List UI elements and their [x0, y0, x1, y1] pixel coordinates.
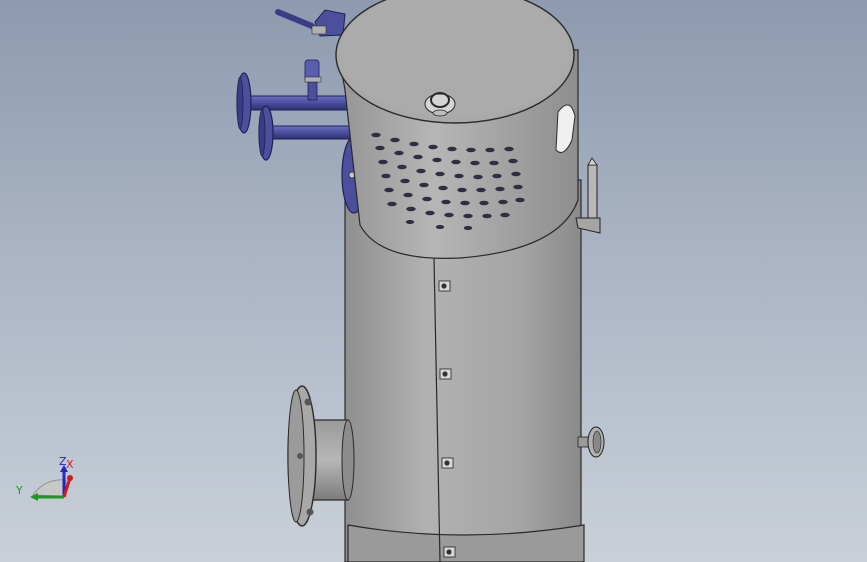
triad-x-label: X [66, 458, 74, 471]
pressure-gauge [577, 426, 605, 458]
seam-bolt [443, 546, 456, 558]
orientation-triad[interactable]: Z X Y [15, 455, 74, 501]
seam-bolt [439, 368, 452, 380]
3d-model-viewport[interactable]: Z X Y [0, 0, 867, 562]
inlet-nozzle [287, 385, 355, 527]
model-canvas[interactable]: Z X Y [0, 0, 867, 562]
seam-bolt [441, 457, 454, 469]
triad-y-label: Y [15, 484, 23, 497]
perforated-shroud [335, 0, 579, 259]
x-arrow-icon [67, 475, 73, 481]
seam-bolt [438, 280, 451, 292]
outlet-piping [236, 9, 360, 161]
